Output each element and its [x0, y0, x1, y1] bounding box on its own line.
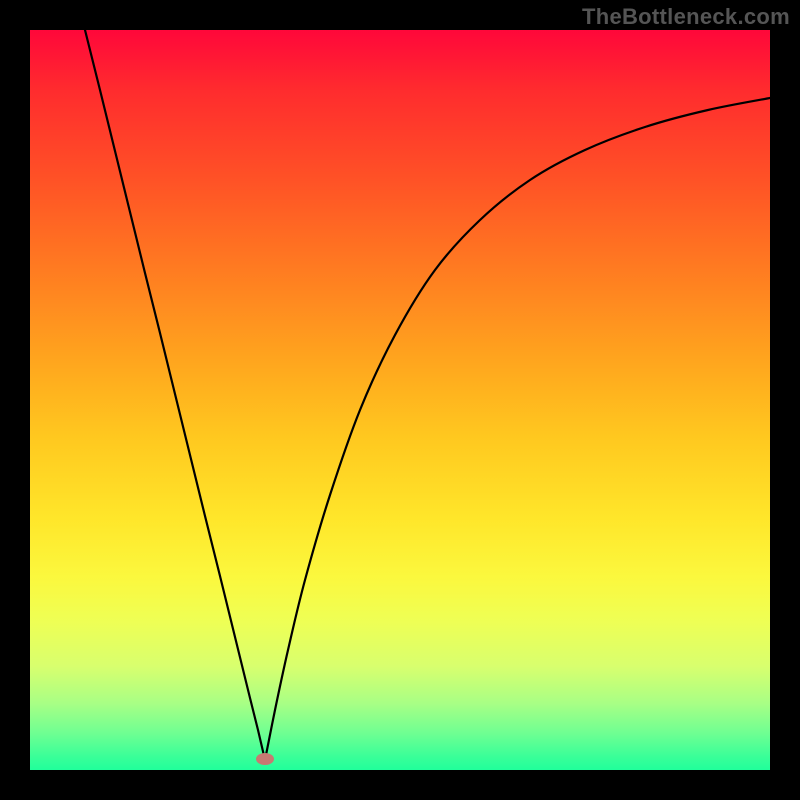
- curve-left-branch: [85, 30, 265, 760]
- optimal-point-marker: [256, 753, 274, 765]
- chart-frame: TheBottleneck.com: [0, 0, 800, 800]
- bottleneck-curve: [85, 30, 770, 760]
- watermark-text: TheBottleneck.com: [582, 4, 790, 30]
- plot-area: [30, 30, 770, 770]
- curve-layer: [30, 30, 770, 770]
- curve-right-branch: [265, 98, 770, 760]
